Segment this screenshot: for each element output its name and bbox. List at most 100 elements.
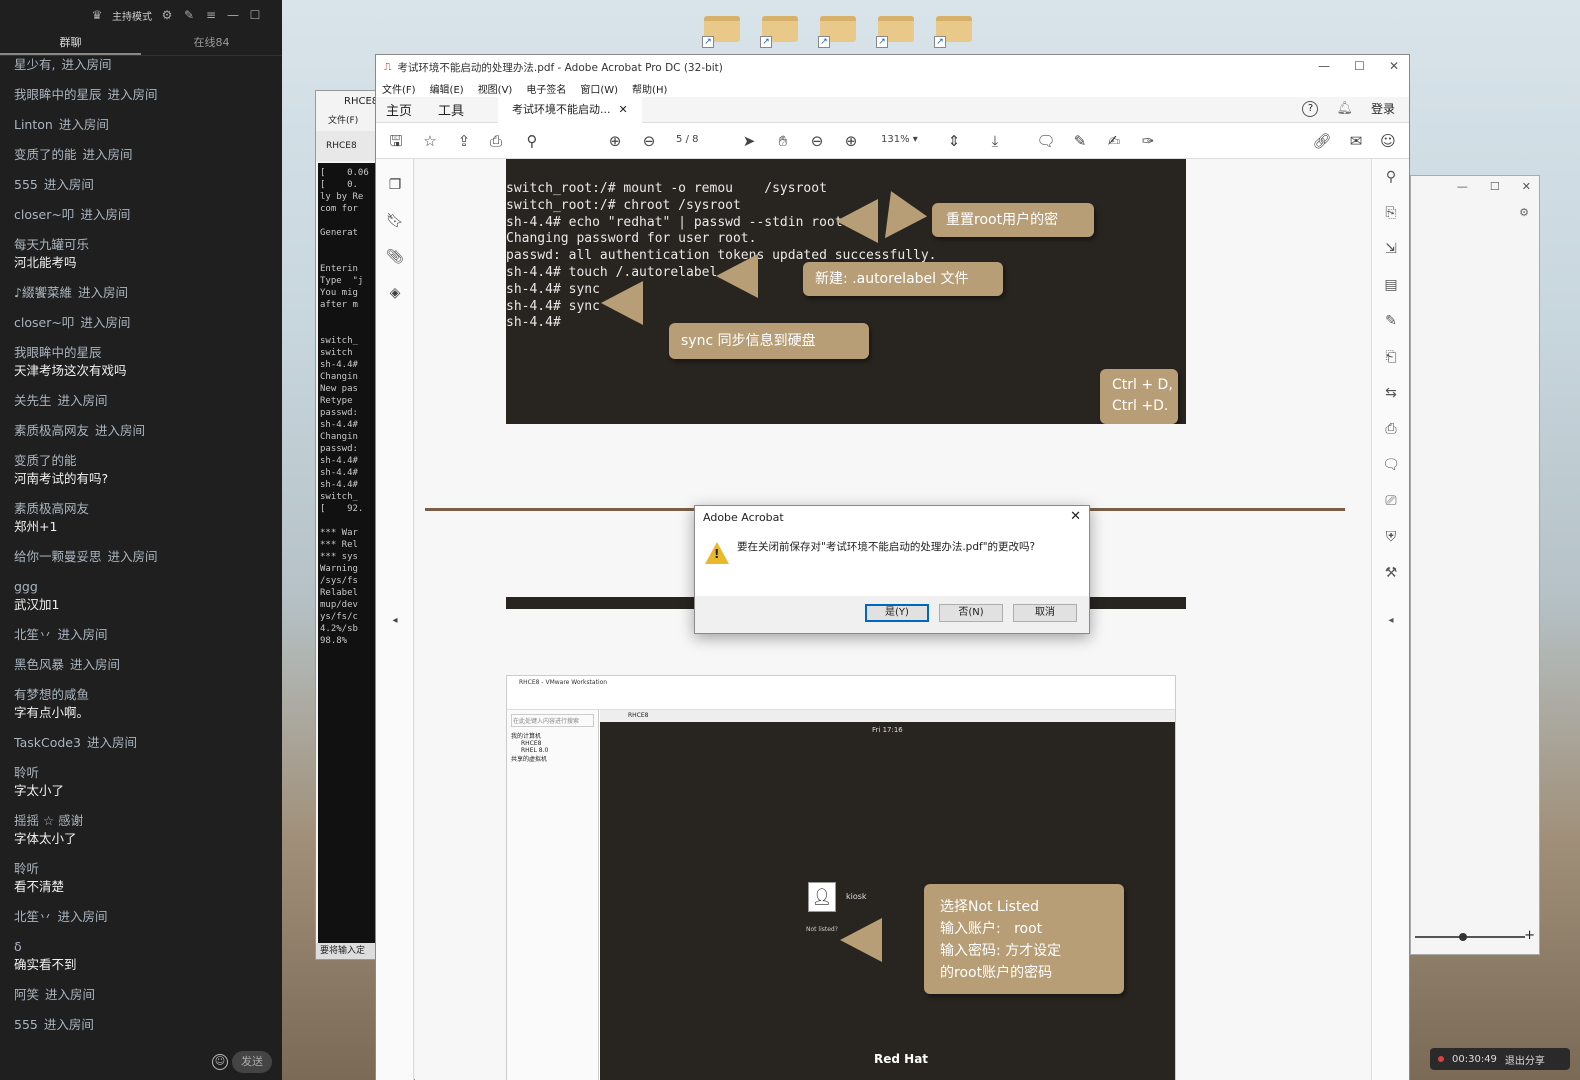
settings-icon[interactable]: ⚙ [160, 8, 174, 22]
no-button[interactable]: 否(N) [939, 604, 1003, 622]
chat-tab[interactable]: 群聊 [0, 30, 141, 55]
bell-icon[interactable]: 🔔︎ [1336, 101, 1353, 116]
save-icon[interactable]: 🖫︎ [386, 131, 406, 151]
settings-icon[interactable]: ⚙ [1519, 206, 1529, 219]
exit-share-button[interactable]: 退出分享 [1505, 1052, 1545, 1067]
more-tools-icon[interactable]: ⚒ [1382, 565, 1400, 583]
chat-nickname[interactable]: 北笙丷 [14, 909, 52, 924]
page-up-icon[interactable]: ⊕ [605, 131, 625, 151]
share-user-icon[interactable]: ☺ [1378, 131, 1398, 151]
chat-nickname[interactable]: closer~叩 [14, 315, 74, 330]
chat-nickname[interactable]: 聆听 [14, 765, 39, 780]
chat-nickname[interactable]: Linton [14, 117, 53, 132]
chat-nickname[interactable]: 555 [14, 1017, 38, 1032]
vm-search[interactable]: 在此处键入内容进行搜索 [511, 714, 594, 727]
print-icon[interactable]: ⎙ [486, 131, 506, 151]
menu-item[interactable]: 电子签名 [526, 81, 566, 96]
combine-icon[interactable]: ⎗ [1382, 349, 1400, 367]
zoom-level[interactable]: 131% ▾ [881, 134, 918, 145]
secondary-window[interactable]: — ☐ ✕ ⚙ + [1410, 175, 1540, 955]
chat-nickname[interactable]: 摇摇 ☆ 感谢 [14, 813, 83, 828]
vm-username[interactable]: kiosk [846, 892, 867, 901]
print-production-icon[interactable]: ⎚ [1382, 493, 1400, 511]
close-icon[interactable]: ✕ [1522, 180, 1531, 193]
zoom-search-icon[interactable]: ⚲ [1382, 169, 1400, 187]
minimize-icon[interactable]: — [1457, 180, 1468, 193]
chat-nickname[interactable]: closer~叩 [14, 207, 74, 222]
highlight-pen-icon[interactable]: ✎ [1070, 131, 1090, 151]
chat-nickname[interactable]: 北笙丷 [14, 627, 52, 642]
tab-tools[interactable]: 工具 [438, 100, 464, 119]
fit-page-icon[interactable]: ⇕ [944, 131, 964, 151]
chat-nickname[interactable]: 变质了的能 [14, 147, 77, 162]
maximize-icon[interactable]: ☐ [1490, 180, 1500, 193]
pages-icon[interactable]: ❐ [386, 177, 404, 195]
chat-nickname[interactable]: 阿笑 [14, 987, 39, 1002]
comment-tool-icon[interactable]: 🗨︎ [1382, 457, 1400, 475]
close-icon[interactable]: ✕ [1389, 59, 1399, 73]
zoom-slider[interactable]: + [1415, 928, 1535, 943]
minimize-icon[interactable]: — [226, 8, 240, 22]
not-listed-link[interactable]: Not listed? [806, 926, 838, 933]
vm-tree-item[interactable]: 共享的虚拟机 [511, 754, 594, 763]
menu-item[interactable]: 编辑(E) [430, 81, 464, 96]
menu-item[interactable]: 窗口(W) [580, 81, 618, 96]
fill-sign-icon[interactable]: ✑ [1138, 131, 1158, 151]
chat-nickname[interactable]: 聆听 [14, 861, 39, 876]
comment-icon[interactable]: 🗨︎ [1036, 131, 1056, 151]
search-icon[interactable]: ⚲ [522, 131, 542, 151]
create-pdf-icon[interactable]: ⎘ [1382, 205, 1400, 223]
slider-knob[interactable] [1459, 933, 1467, 941]
vm-tree-item[interactable]: 我的计算机 [511, 731, 594, 740]
hand-icon[interactable]: ✋︎ [773, 131, 793, 151]
menu-item[interactable]: 文件(F) [382, 81, 416, 96]
vm-tab[interactable]: RHCE8 [600, 710, 1175, 722]
layers-icon[interactable]: ◈ [386, 285, 404, 303]
upload-icon[interactable]: ⇪ [454, 131, 474, 151]
folder-shortcut-icon[interactable]: ↗ [934, 12, 974, 48]
page-number[interactable]: 5 / 8 [676, 134, 698, 145]
chat-nickname[interactable]: 我眼眸中的星辰 [14, 87, 102, 102]
vm-tree-item[interactable]: RHCE8 [511, 740, 594, 747]
email-icon[interactable]: ✉ [1346, 131, 1366, 151]
folder-shortcut-icon[interactable]: ↗ [702, 12, 742, 48]
scroll-mode-icon[interactable]: ⤓ [985, 131, 1005, 151]
chat-nickname[interactable]: 黑色风暴 [14, 657, 64, 672]
chat-nickname[interactable]: 给你一颗曼妥思 [14, 549, 102, 564]
send-button[interactable]: 发送 [232, 1051, 272, 1073]
chat-nickname[interactable]: 变质了的能 [14, 453, 77, 468]
bookmark-icon[interactable]: 🔖︎ [386, 213, 404, 231]
scan-icon[interactable]: ⎙ [1382, 421, 1400, 439]
chat-nickname[interactable]: ggg [14, 579, 38, 594]
vm-tree-item[interactable]: RHEL 8.0 [511, 747, 594, 754]
chat-nickname[interactable]: 有梦想的咸鱼 [14, 687, 89, 702]
zoom-in-icon[interactable]: ⊕ [841, 131, 861, 151]
chat-nickname[interactable]: ♪綴饗菜維 [14, 285, 72, 300]
chat-nickname[interactable]: 素质极高网友 [14, 501, 89, 516]
folder-shortcut-icon[interactable]: ↗ [760, 12, 800, 48]
maximize-icon[interactable]: ☐ [1354, 59, 1365, 73]
folder-shortcut-icon[interactable]: ↗ [818, 12, 858, 48]
close-icon[interactable]: ✕ [1070, 509, 1081, 524]
export-pdf-icon[interactable]: ⇲ [1382, 241, 1400, 259]
menu-item[interactable]: 视图(V) [478, 81, 513, 96]
compare-icon[interactable]: ⇆ [1382, 385, 1400, 403]
chat-nickname[interactable]: 每天九罐可乐 [14, 237, 89, 252]
chat-nickname[interactable]: 我眼眸中的星辰 [14, 345, 102, 360]
bg-window-tab[interactable]: RHCE8 [316, 131, 384, 161]
attachment-icon[interactable]: 📎︎ [386, 249, 404, 267]
emoji-icon[interactable]: ☺ [212, 1054, 228, 1070]
tab-home[interactable]: 主页 [386, 100, 412, 119]
page-current[interactable]: 5 [676, 134, 682, 145]
minimize-icon[interactable]: — [1318, 59, 1330, 73]
protect-icon[interactable]: ⛨ [1382, 529, 1400, 547]
login-button[interactable]: 登录 [1371, 100, 1395, 117]
edit-icon[interactable]: ✎ [182, 8, 196, 22]
maximize-icon[interactable]: ☐ [248, 8, 262, 22]
chat-tab[interactable]: 在线84 [141, 30, 282, 55]
yes-button[interactable]: 是(Y) [865, 604, 929, 622]
sign-icon[interactable]: ✍︎ [1104, 131, 1124, 151]
menu-item[interactable]: 帮助(H) [632, 81, 667, 96]
cancel-button[interactable]: 取消 [1013, 604, 1077, 622]
menu-icon[interactable]: ≡ [204, 8, 218, 22]
